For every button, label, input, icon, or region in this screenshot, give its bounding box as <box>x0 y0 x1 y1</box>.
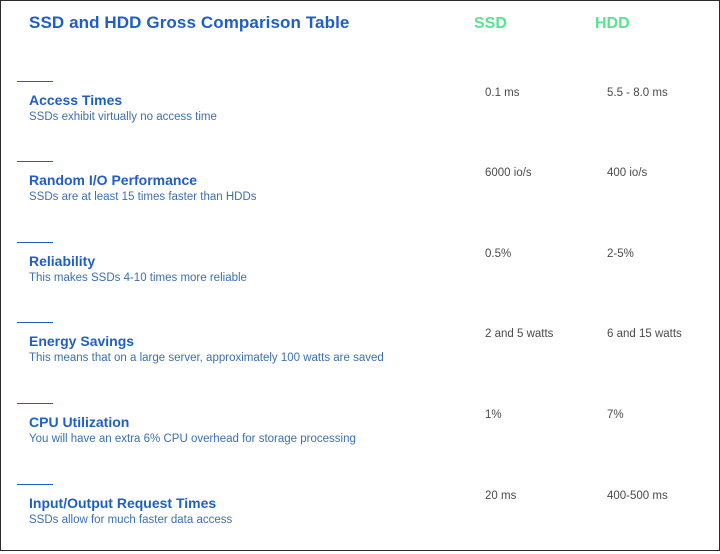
row-description: SSDs allow for much faster data access <box>29 514 233 526</box>
table-row: Random I/O Performance SSDs are at least… <box>1 161 719 231</box>
ssd-value: 0.1 ms <box>485 87 520 99</box>
hdd-value: 6 and 15 watts <box>607 328 682 340</box>
row-description: SSDs are at least 15 times faster than H… <box>29 191 257 203</box>
row-description: This means that on a large server, appro… <box>29 352 384 364</box>
table-row: Input/Output Request Times SSDs allow fo… <box>1 484 719 554</box>
table-title: SSD and HDD Gross Comparison Table <box>29 13 350 32</box>
row-divider <box>17 484 53 485</box>
row-description: This makes SSDs 4-10 times more reliable <box>29 272 247 284</box>
hdd-value: 400 io/s <box>607 167 648 179</box>
table-row: CPU Utilization You will have an extra 6… <box>1 403 719 473</box>
hdd-value: 2-5% <box>607 248 634 260</box>
row-label: Energy Savings <box>29 333 135 349</box>
ssd-value: 1% <box>485 409 502 421</box>
table-row: Energy Savings This means that on a larg… <box>1 322 719 392</box>
hdd-value: 5.5 - 8.0 ms <box>607 87 668 99</box>
ssd-value: 2 and 5 watts <box>485 328 554 340</box>
row-divider <box>17 403 53 404</box>
ssd-value: 0.5% <box>485 248 512 260</box>
row-description: You will have an extra 6% CPU overhead f… <box>29 433 356 445</box>
row-divider <box>17 161 53 162</box>
row-label: Reliability <box>29 253 96 269</box>
row-divider <box>17 242 53 243</box>
ssd-value: 6000 io/s <box>485 167 532 179</box>
row-divider <box>17 322 53 323</box>
row-label: Access Times <box>29 92 123 108</box>
hdd-column-header: HDD <box>595 15 630 32</box>
comparison-table: SSD and HDD Gross Comparison Table SSD H… <box>0 0 720 551</box>
table-row: Reliability This makes SSDs 4-10 times m… <box>1 242 719 312</box>
row-label: Input/Output Request Times <box>29 495 217 511</box>
ssd-column-header: SSD <box>474 15 507 32</box>
row-divider <box>17 81 53 82</box>
hdd-value: 400-500 ms <box>607 490 668 502</box>
hdd-value: 7% <box>607 409 624 421</box>
row-label: CPU Utilization <box>29 414 130 430</box>
table-row: Access Times SSDs exhibit virtually no a… <box>1 81 719 151</box>
row-label: Random I/O Performance <box>29 172 198 188</box>
ssd-value: 20 ms <box>485 490 517 502</box>
row-description: SSDs exhibit virtually no access time <box>29 111 217 123</box>
